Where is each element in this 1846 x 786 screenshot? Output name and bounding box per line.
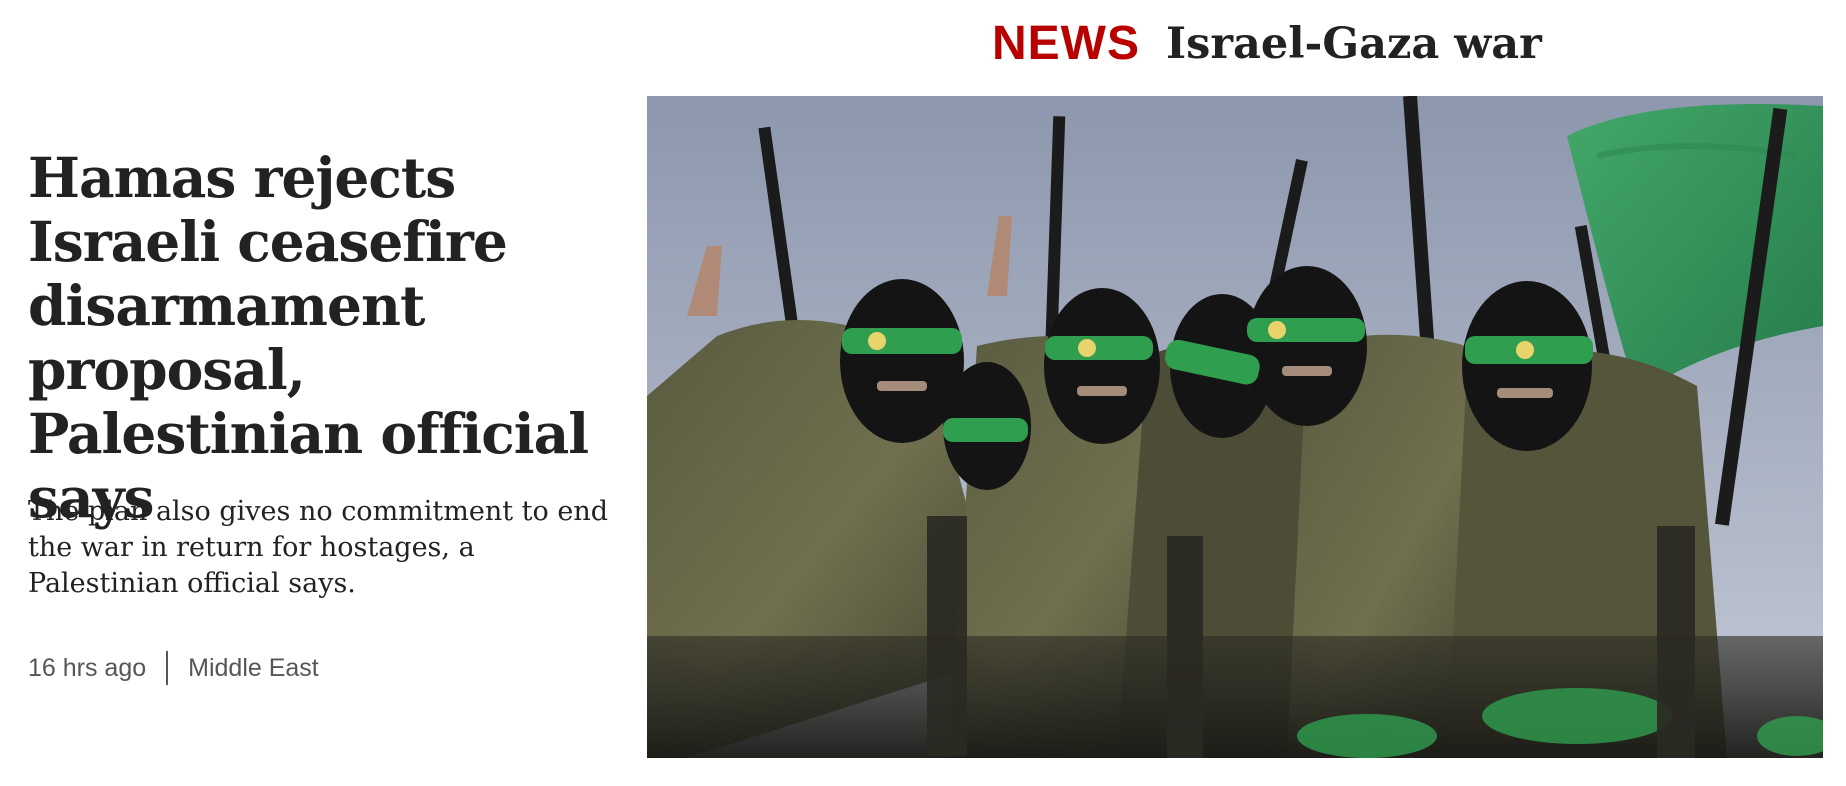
meta-divider — [166, 651, 169, 685]
article-meta: 16 hrs ago Middle East — [28, 648, 319, 688]
photo-illustration — [647, 96, 1823, 758]
article-photo[interactable] — [647, 96, 1823, 758]
article-summary: The plan also gives no commitment to end… — [28, 496, 608, 599]
topic-title-link[interactable]: Israel-Gaza war — [1166, 14, 1542, 74]
news-brand-link[interactable]: NEWS — [992, 14, 1140, 74]
section-header: NEWS Israel-Gaza war — [0, 0, 1846, 90]
section-tag-link[interactable]: Middle East — [188, 654, 319, 683]
article-timestamp: 16 hrs ago — [28, 653, 147, 682]
article-headline[interactable]: Hamas rejects Israeli ceasefire disarmam… — [28, 146, 638, 530]
